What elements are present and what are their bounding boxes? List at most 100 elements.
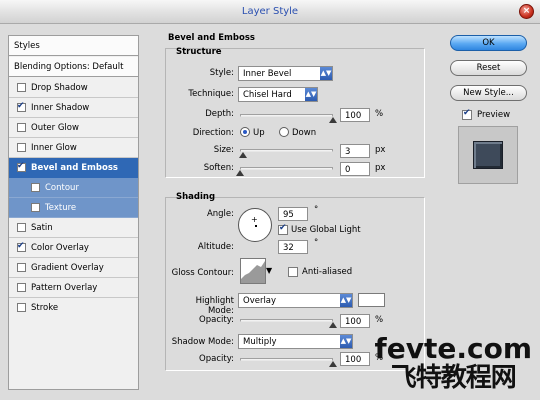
shadow-mode-label: Shadow Mode: bbox=[171, 337, 234, 347]
anti-aliased-checkbox[interactable] bbox=[288, 267, 298, 277]
blending-options-item[interactable]: Blending Options: Default bbox=[9, 57, 138, 77]
style-item-label: Bevel and Emboss bbox=[31, 163, 118, 173]
chevron-down-icon[interactable]: ▼ bbox=[266, 266, 272, 275]
soften-input[interactable]: 0 bbox=[340, 162, 370, 176]
checkbox-outer-glow[interactable] bbox=[17, 123, 26, 132]
depth-input[interactable]: 100 bbox=[340, 108, 370, 122]
use-global-light-checkbox[interactable] bbox=[278, 223, 288, 235]
direction-label: Direction: bbox=[192, 128, 234, 138]
style-item-inner-glow[interactable]: Inner Glow bbox=[9, 138, 138, 158]
depth-slider[interactable] bbox=[240, 114, 333, 117]
size-slider-thumb[interactable] bbox=[239, 152, 247, 158]
angle-dial[interactable]: + bbox=[238, 208, 272, 242]
checkbox-gradient-overlay[interactable] bbox=[17, 263, 26, 272]
checkbox-bevel-and-emboss[interactable] bbox=[17, 161, 26, 172]
soften-label: Soften: bbox=[203, 163, 234, 173]
checkbox-inner-glow[interactable] bbox=[17, 143, 26, 152]
style-item-label: Inner Shadow bbox=[31, 103, 90, 113]
style-item-bevel-and-emboss[interactable]: Bevel and Emboss bbox=[9, 158, 138, 178]
highlight-opacity-label: Opacity: bbox=[199, 315, 234, 325]
close-icon[interactable]: × bbox=[519, 4, 534, 19]
style-item-label: Satin bbox=[31, 223, 53, 233]
style-item-label: Gradient Overlay bbox=[31, 263, 104, 273]
styles-header[interactable]: Styles bbox=[9, 36, 138, 56]
crosshair-icon: + bbox=[251, 215, 258, 224]
style-item-color-overlay[interactable]: Color Overlay bbox=[9, 238, 138, 258]
ok-button[interactable]: OK bbox=[450, 35, 527, 51]
depth-slider-thumb[interactable] bbox=[329, 117, 337, 123]
style-select-value: Inner Bevel bbox=[243, 69, 292, 79]
style-item-label: Drop Shadow bbox=[31, 83, 88, 93]
checkbox-inner-shadow[interactable] bbox=[17, 101, 26, 112]
altitude-label: Altitude: bbox=[197, 242, 234, 252]
title-bar: Layer Style × bbox=[0, 0, 540, 24]
shadow-opacity-thumb[interactable] bbox=[329, 361, 337, 367]
soften-slider[interactable] bbox=[240, 167, 333, 170]
size-input[interactable]: 3 bbox=[340, 144, 370, 158]
checkbox-satin[interactable] bbox=[17, 223, 26, 232]
highlight-opacity-input[interactable]: 100 bbox=[340, 314, 370, 328]
style-select[interactable]: Inner Bevel ▲▼ bbox=[238, 66, 333, 81]
styles-list: Styles Blending Options: Default Drop Sh… bbox=[8, 35, 139, 390]
style-item-label: Pattern Overlay bbox=[31, 283, 98, 293]
highlight-color-swatch[interactable] bbox=[358, 293, 385, 307]
checkbox-texture[interactable] bbox=[31, 203, 40, 212]
checkbox-color-overlay[interactable] bbox=[17, 241, 26, 252]
style-item-label: Contour bbox=[45, 183, 79, 193]
watermark-line2: 飞特教程网 bbox=[390, 363, 517, 393]
style-item-pattern-overlay[interactable]: Pattern Overlay bbox=[9, 278, 138, 298]
gloss-contour-label: Gloss Contour: bbox=[171, 268, 234, 278]
shadow-opacity-slider[interactable] bbox=[240, 358, 333, 361]
direction-down-radio[interactable] bbox=[279, 127, 289, 137]
checkbox-stroke[interactable] bbox=[17, 303, 26, 312]
shadow-mode-value: Multiply bbox=[243, 337, 277, 347]
technique-select[interactable]: Chisel Hard ▲▼ bbox=[238, 87, 318, 102]
style-item-gradient-overlay[interactable]: Gradient Overlay bbox=[9, 258, 138, 278]
preview-swatch bbox=[473, 141, 503, 169]
style-item-satin[interactable]: Satin bbox=[9, 218, 138, 238]
angle-center-dot bbox=[255, 225, 257, 227]
style-item-inner-shadow[interactable]: Inner Shadow bbox=[9, 98, 138, 118]
watermark: fevte.com 飞特教程网 bbox=[375, 334, 532, 393]
preview-checkbox[interactable] bbox=[462, 108, 472, 120]
highlight-mode-label: Highlight Mode: bbox=[195, 296, 234, 316]
direction-up-radio[interactable] bbox=[240, 127, 250, 137]
window-title: Layer Style bbox=[241, 6, 299, 17]
highlight-opacity-thumb[interactable] bbox=[329, 322, 337, 328]
technique-label: Technique: bbox=[188, 89, 234, 99]
highlight-mode-select[interactable]: Overlay ▲▼ bbox=[238, 293, 353, 308]
checkbox-pattern-overlay[interactable] bbox=[17, 283, 26, 292]
contour-curve-icon bbox=[241, 261, 265, 283]
new-style-button[interactable]: New Style... bbox=[450, 85, 527, 101]
gloss-contour-preview[interactable] bbox=[240, 258, 266, 284]
depth-label: Depth: bbox=[205, 109, 234, 119]
altitude-input[interactable]: 32 bbox=[278, 240, 308, 254]
anti-aliased-label: Anti-aliased bbox=[302, 267, 353, 277]
shadow-opacity-input[interactable]: 100 bbox=[340, 352, 370, 366]
chevron-updown-icon: ▲▼ bbox=[340, 335, 352, 348]
shadow-opacity-label: Opacity: bbox=[199, 354, 234, 364]
use-global-light-label: Use Global Light bbox=[291, 225, 361, 235]
angle-input[interactable]: 95 bbox=[278, 207, 308, 221]
panel-title: Bevel and Emboss bbox=[168, 33, 255, 43]
style-item-texture[interactable]: Texture bbox=[9, 198, 138, 218]
style-item-contour[interactable]: Contour bbox=[9, 178, 138, 198]
chevron-updown-icon: ▲▼ bbox=[320, 67, 332, 80]
style-item-drop-shadow[interactable]: Drop Shadow bbox=[9, 78, 138, 98]
soften-slider-thumb[interactable] bbox=[236, 170, 244, 176]
style-label: Style: bbox=[209, 68, 234, 78]
shadow-mode-select[interactable]: Multiply ▲▼ bbox=[238, 334, 353, 349]
highlight-mode-value: Overlay bbox=[243, 296, 277, 306]
chevron-updown-icon: ▲▼ bbox=[305, 88, 317, 101]
highlight-opacity-slider[interactable] bbox=[240, 319, 333, 322]
style-preview bbox=[458, 126, 518, 184]
shading-title: Shading bbox=[176, 192, 216, 202]
style-item-label: Color Overlay bbox=[31, 243, 89, 253]
style-item-outer-glow[interactable]: Outer Glow bbox=[9, 118, 138, 138]
size-slider[interactable] bbox=[240, 149, 333, 152]
style-item-stroke[interactable]: Stroke bbox=[9, 298, 138, 318]
checkbox-contour[interactable] bbox=[31, 183, 40, 192]
reset-button[interactable]: Reset bbox=[450, 60, 527, 76]
size-label: Size: bbox=[213, 145, 234, 155]
checkbox-drop-shadow[interactable] bbox=[17, 83, 26, 92]
